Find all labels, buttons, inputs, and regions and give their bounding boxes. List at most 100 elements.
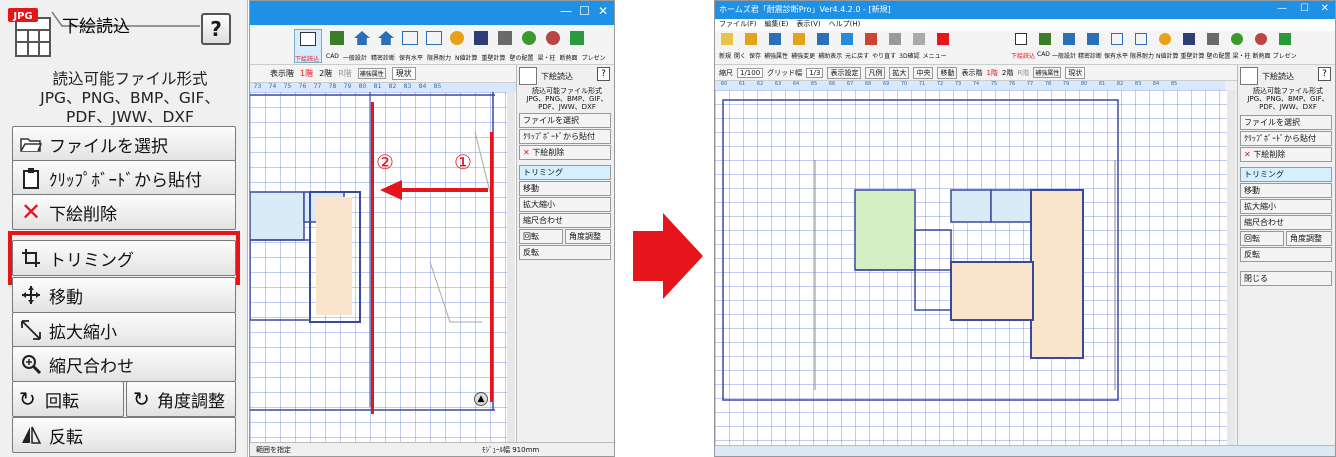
new-icon[interactable]: [721, 33, 733, 45]
menu-view[interactable]: 表示(V): [796, 19, 820, 31]
redo-icon[interactable]: [889, 33, 901, 45]
scale-select[interactable]: 1/100: [737, 67, 764, 78]
floor-2-radio[interactable]: 2階: [1002, 68, 1013, 78]
house-icon[interactable]: [817, 33, 829, 45]
mini-select-file-button[interactable]: ファイルを選択: [1240, 115, 1332, 130]
drawing-canvas[interactable]: [715, 90, 1227, 445]
mini-angle-button[interactable]: 角度調整: [1286, 231, 1332, 246]
current-state-button[interactable]: 現状: [391, 67, 416, 80]
maximize-icon[interactable]: ☐: [1300, 3, 1309, 14]
floor-r-radio[interactable]: R階: [338, 68, 352, 79]
undo-icon[interactable]: [865, 33, 877, 45]
mini-rotate-button[interactable]: 回転: [519, 229, 563, 244]
floor-1-radio[interactable]: 1階: [986, 68, 997, 78]
mini-close-button[interactable]: 閉じる: [1240, 271, 1332, 286]
person-icon[interactable]: [450, 31, 464, 45]
open-icon[interactable]: [745, 33, 757, 45]
mini-fit-scale-button[interactable]: 縮尺合わせ: [1240, 215, 1332, 230]
move-button[interactable]: 移動: [12, 277, 236, 313]
minimize-icon[interactable]: —: [560, 4, 572, 18]
chart-icon[interactable]: [1135, 33, 1147, 45]
house-icon[interactable]: [354, 31, 370, 45]
close-icon[interactable]: ✕: [1321, 3, 1329, 14]
main-toolbar: 下絵読込 CAD 一般設計 精密診断 保有水平 限界耐力 N値計算 重壁計算 壁…: [250, 25, 614, 65]
menu-help[interactable]: ヘルプ(H): [829, 19, 861, 31]
toolbar-underlay-button[interactable]: 下絵読込: [294, 29, 322, 63]
mini-move-button[interactable]: 移動: [1240, 183, 1332, 198]
menu-file[interactable]: ファイル(F): [719, 19, 757, 31]
mini-paste-button[interactable]: ｸﾘｯﾌﾟﾎﾞｰﾄﾞから貼付: [1240, 131, 1332, 146]
house-icon[interactable]: [793, 33, 805, 45]
wall-icon[interactable]: [474, 31, 488, 45]
mini-fit-scale-button[interactable]: 縮尺合わせ: [519, 213, 611, 228]
house-icon[interactable]: [1087, 33, 1099, 45]
minimize-icon[interactable]: —: [1277, 3, 1287, 14]
pan-button[interactable]: 移動: [937, 66, 958, 79]
house-icon[interactable]: [1063, 33, 1075, 45]
floor-r-radio[interactable]: R階: [1017, 68, 1029, 78]
mini-scale-button[interactable]: 拡大縮小: [519, 197, 611, 212]
zoom-button[interactable]: 拡大: [889, 66, 910, 79]
angle-adjust-button[interactable]: ↻ 角度調整: [126, 381, 236, 417]
scale-button[interactable]: 拡大縮小: [12, 312, 236, 348]
mini-rotate-button[interactable]: 回転: [1240, 231, 1284, 246]
layout-icon[interactable]: [1207, 33, 1219, 45]
presentation-icon[interactable]: [570, 31, 584, 45]
layout-icon[interactable]: [498, 31, 512, 45]
mini-delete-button[interactable]: ✕ 下絵削除: [519, 145, 611, 160]
aux-attribute-button[interactable]: 補強属性: [1033, 67, 1062, 78]
ruler-tick: 76: [1008, 81, 1016, 87]
grid-select[interactable]: 1/3: [806, 67, 824, 78]
mini-scale-button[interactable]: 拡大縮小: [1240, 199, 1332, 214]
delete-underlay-button[interactable]: ✕ 下絵削除: [12, 194, 236, 230]
3d-icon[interactable]: [913, 33, 925, 45]
vertical-scrollbar[interactable]: [507, 92, 515, 442]
center-button[interactable]: 中央: [913, 66, 934, 79]
paste-clipboard-button[interactable]: ｸﾘｯﾌﾟﾎﾞｰﾄﾞから貼付: [12, 160, 236, 196]
aux-attribute-button[interactable]: 補強属性: [357, 68, 386, 79]
current-state-button[interactable]: 現状: [1065, 66, 1086, 79]
fit-scale-button[interactable]: 縮尺合わせ: [12, 346, 236, 382]
rotate-button[interactable]: ↻ 回転: [12, 381, 124, 417]
help-button[interactable]: ?: [201, 13, 231, 45]
help-icon[interactable]: ?: [1318, 67, 1331, 81]
mini-delete-button[interactable]: ✕ 下絵削除: [1240, 147, 1332, 162]
maximize-icon[interactable]: ☐: [579, 4, 590, 18]
wall-icon[interactable]: [1183, 33, 1195, 45]
house-icon[interactable]: [378, 31, 394, 45]
save-icon[interactable]: [769, 33, 781, 45]
insulation-icon[interactable]: [1255, 33, 1267, 45]
vertical-scrollbar[interactable]: [1227, 90, 1235, 445]
beam-icon[interactable]: [1231, 33, 1243, 45]
display-icon[interactable]: [841, 33, 853, 45]
chart-icon[interactable]: [1111, 33, 1123, 45]
mini-select-file-button[interactable]: ファイルを選択: [519, 113, 611, 128]
mini-trim-button[interactable]: トリミング: [519, 165, 611, 180]
cad-icon[interactable]: [1039, 33, 1051, 45]
mini-move-button[interactable]: 移動: [519, 181, 611, 196]
close-icon[interactable]: ✕: [598, 4, 608, 18]
mini-flip-button[interactable]: 反転: [1240, 247, 1332, 262]
help-icon[interactable]: ?: [597, 67, 610, 81]
flip-button[interactable]: 反転: [12, 417, 236, 453]
chart-icon[interactable]: [426, 31, 442, 45]
insulation-icon[interactable]: [546, 31, 560, 45]
floor-2-radio[interactable]: 2階: [319, 68, 332, 79]
select-file-button[interactable]: ファイルを選択: [12, 126, 236, 162]
menu-edit[interactable]: 編集(E): [765, 19, 789, 31]
drawing-canvas[interactable]: ① ② ▲: [250, 92, 507, 442]
mini-trim-button[interactable]: トリミング: [1240, 167, 1332, 182]
floor-1-radio[interactable]: 1階: [300, 68, 313, 79]
display-settings-button[interactable]: 表示設定: [827, 66, 862, 79]
underlay-icon[interactable]: [1015, 33, 1027, 45]
mini-paste-button[interactable]: ｸﾘｯﾌﾟﾎﾞｰﾄﾞから貼付: [519, 129, 611, 144]
menu-icon[interactable]: [937, 33, 949, 45]
person-icon[interactable]: [1159, 33, 1171, 45]
mini-flip-button[interactable]: 反転: [519, 245, 611, 260]
presentation-icon[interactable]: [1279, 33, 1291, 45]
cad-icon[interactable]: [330, 31, 344, 45]
beam-icon[interactable]: [522, 31, 536, 45]
chart-icon[interactable]: [402, 31, 418, 45]
mini-angle-button[interactable]: 角度調整: [565, 229, 611, 244]
legend-button[interactable]: 凡例: [865, 66, 886, 79]
